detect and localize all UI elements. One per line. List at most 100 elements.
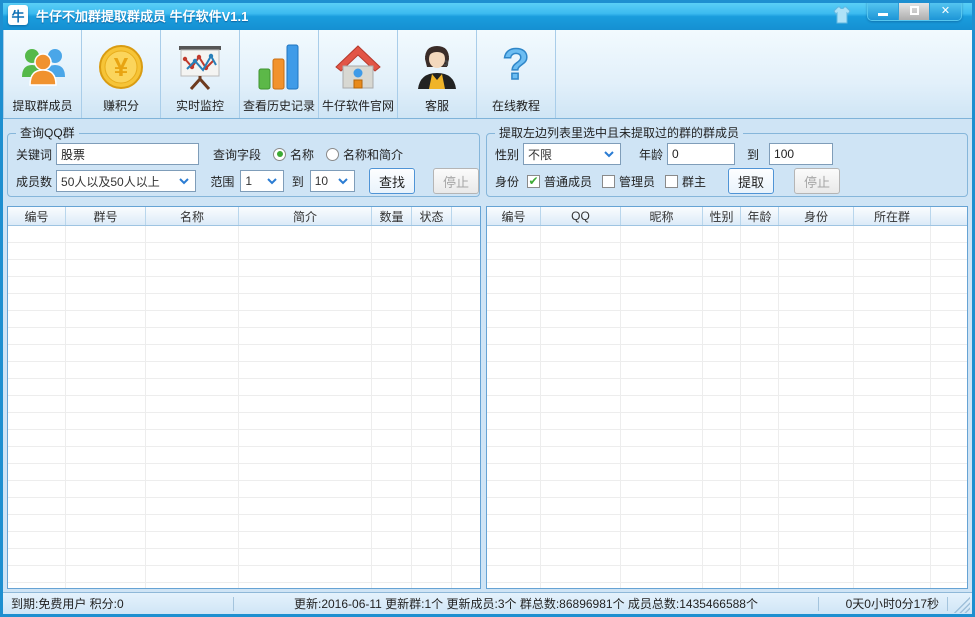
keyword-input[interactable] bbox=[56, 143, 199, 165]
status-account-info: 到期:免费用户 积分:0 bbox=[3, 595, 233, 612]
column-header-identity[interactable]: 身份 bbox=[779, 207, 854, 225]
column-header-intro[interactable]: 简介 bbox=[239, 207, 372, 225]
users-icon bbox=[17, 41, 69, 93]
table-column bbox=[703, 226, 741, 588]
age-to-input[interactable] bbox=[769, 143, 833, 165]
age-to-label: 到 bbox=[747, 146, 759, 163]
column-header-group-number[interactable]: 群号 bbox=[66, 207, 146, 225]
close-icon: ✕ bbox=[941, 4, 950, 17]
range-to-combobox[interactable]: 10 bbox=[310, 170, 355, 192]
toolbar-button-earn-points[interactable]: ¥ 赚积分 bbox=[82, 30, 161, 118]
radio-name-and-intro[interactable] bbox=[326, 148, 339, 161]
column-header-name[interactable]: 名称 bbox=[146, 207, 239, 225]
minimize-icon bbox=[878, 13, 888, 16]
gender-combobox[interactable]: 不限 bbox=[523, 143, 621, 165]
radio-name[interactable] bbox=[273, 148, 286, 161]
gender-label: 性别 bbox=[495, 146, 519, 163]
member-table: 编号 QQ 昵称 性别 年龄 身份 所在群 bbox=[486, 206, 968, 589]
toolbar-button-view-history[interactable]: 查看历史记录 bbox=[240, 30, 319, 118]
column-header-nickname[interactable]: 昵称 bbox=[621, 207, 703, 225]
range-label: 范围 bbox=[210, 173, 234, 190]
toolbar-button-online-tutorial[interactable]: ? 在线教程 bbox=[477, 30, 556, 118]
title-bar: 牛 牛仔不加群提取群成员 牛仔软件V1.1 ✕ bbox=[0, 0, 975, 30]
status-timer: 0天0小时0分17秒 bbox=[819, 595, 947, 612]
group-table: 编号 群号 名称 简介 数量 状态 bbox=[7, 206, 481, 589]
support-agent-icon bbox=[411, 41, 463, 93]
toolbar-label: 牛仔软件官网 bbox=[322, 97, 394, 114]
table-column bbox=[146, 226, 239, 588]
group-table-body[interactable] bbox=[8, 226, 480, 588]
range-from-combobox[interactable]: 1 bbox=[240, 170, 283, 192]
toolbar-button-customer-service[interactable]: 客服 bbox=[398, 30, 477, 118]
age-label: 年龄 bbox=[639, 146, 663, 163]
table-column bbox=[541, 226, 621, 588]
maximize-icon bbox=[910, 6, 919, 15]
keyword-label: 关键词 bbox=[16, 146, 52, 163]
search-stop-button[interactable]: 停止 bbox=[433, 168, 479, 194]
query-panel-title: 查询QQ群 bbox=[16, 126, 79, 140]
chevron-down-icon bbox=[602, 151, 616, 158]
extract-panel: 提取左边列表里选中且未提取过的群的群成员 性别 不限 年龄 到 身份 ✔ 普通成… bbox=[486, 133, 968, 197]
toolbar-button-realtime-monitor[interactable]: 实时监控 bbox=[161, 30, 240, 118]
app-icon: 牛 bbox=[8, 5, 28, 25]
table-column bbox=[8, 226, 66, 588]
column-header-qq[interactable]: QQ bbox=[541, 207, 621, 225]
column-header-index[interactable]: 编号 bbox=[8, 207, 66, 225]
svg-text:¥: ¥ bbox=[114, 52, 129, 82]
checkbox-regular-member[interactable]: ✔ bbox=[527, 175, 540, 188]
toolbar-button-extract-members[interactable]: 提取群成员 bbox=[3, 30, 82, 118]
radio-name-and-intro-label: 名称和简介 bbox=[343, 146, 403, 163]
column-header-status[interactable]: 状态 bbox=[412, 207, 452, 225]
group-table-header: 编号 群号 名称 简介 数量 状态 bbox=[8, 207, 480, 226]
extract-button[interactable]: 提取 bbox=[728, 168, 774, 194]
column-header-gender[interactable]: 性别 bbox=[703, 207, 741, 225]
resize-grip-icon[interactable] bbox=[954, 597, 970, 613]
table-column bbox=[931, 226, 967, 588]
toolbar-label: 在线教程 bbox=[492, 97, 540, 114]
chevron-down-icon bbox=[336, 178, 350, 185]
chevron-down-icon bbox=[265, 178, 279, 185]
toolbar-label: 提取群成员 bbox=[12, 97, 72, 114]
column-header-in-group[interactable]: 所在群 bbox=[854, 207, 931, 225]
member-table-body[interactable] bbox=[487, 226, 967, 588]
table-column bbox=[621, 226, 703, 588]
column-header-age[interactable]: 年龄 bbox=[741, 207, 779, 225]
radio-name-label: 名称 bbox=[290, 146, 314, 163]
bar-chart-icon bbox=[253, 41, 305, 93]
member-count-combobox[interactable]: 50人以及50人以上 bbox=[56, 170, 196, 192]
window-title: 牛仔不加群提取群成员 牛仔软件V1.1 bbox=[36, 6, 248, 25]
window-controls: ✕ bbox=[867, 0, 962, 21]
status-separator bbox=[947, 597, 948, 611]
range-from-value: 1 bbox=[245, 174, 264, 188]
minimize-button[interactable] bbox=[868, 0, 899, 20]
query-field-label: 查询字段 bbox=[213, 146, 261, 163]
toolbar-button-official-site[interactable]: 牛仔软件官网 bbox=[319, 30, 398, 118]
member-table-header: 编号 QQ 昵称 性别 年龄 身份 所在群 bbox=[487, 207, 967, 226]
checkbox-admin[interactable] bbox=[602, 175, 615, 188]
status-bar: 到期:免费用户 积分:0 更新:2016-06-11 更新群:1个 更新成员:3… bbox=[3, 592, 972, 614]
member-count-label: 成员数 bbox=[16, 173, 52, 190]
coin-icon: ¥ bbox=[95, 41, 147, 93]
query-group-panel: 查询QQ群 关键词 查询字段 名称 名称和简介 成员数 50人以及50人以上 范… bbox=[7, 133, 480, 197]
table-column bbox=[66, 226, 146, 588]
toolbar: 提取群成员 ¥ 赚积分 bbox=[3, 30, 972, 119]
age-from-input[interactable] bbox=[667, 143, 735, 165]
identity-label: 身份 bbox=[495, 173, 519, 190]
svg-text:?: ? bbox=[503, 43, 530, 89]
toolbar-label: 客服 bbox=[425, 97, 449, 114]
column-header-count[interactable]: 数量 bbox=[372, 207, 412, 225]
toolbar-label: 赚积分 bbox=[103, 97, 139, 114]
column-header-index[interactable]: 编号 bbox=[487, 207, 541, 225]
extract-stop-button[interactable]: 停止 bbox=[794, 168, 840, 194]
close-button[interactable]: ✕ bbox=[930, 0, 961, 20]
skin-icon[interactable] bbox=[831, 5, 853, 25]
question-mark-icon: ? bbox=[490, 41, 542, 93]
chevron-down-icon bbox=[177, 178, 191, 185]
maximize-button[interactable] bbox=[899, 0, 930, 20]
toolbar-label: 实时监控 bbox=[176, 97, 224, 114]
search-button[interactable]: 查找 bbox=[369, 168, 415, 194]
toolbar-label: 查看历史记录 bbox=[243, 97, 315, 114]
range-to-label: 到 bbox=[292, 173, 304, 190]
checkbox-owner[interactable] bbox=[665, 175, 678, 188]
range-to-value: 10 bbox=[315, 174, 336, 188]
